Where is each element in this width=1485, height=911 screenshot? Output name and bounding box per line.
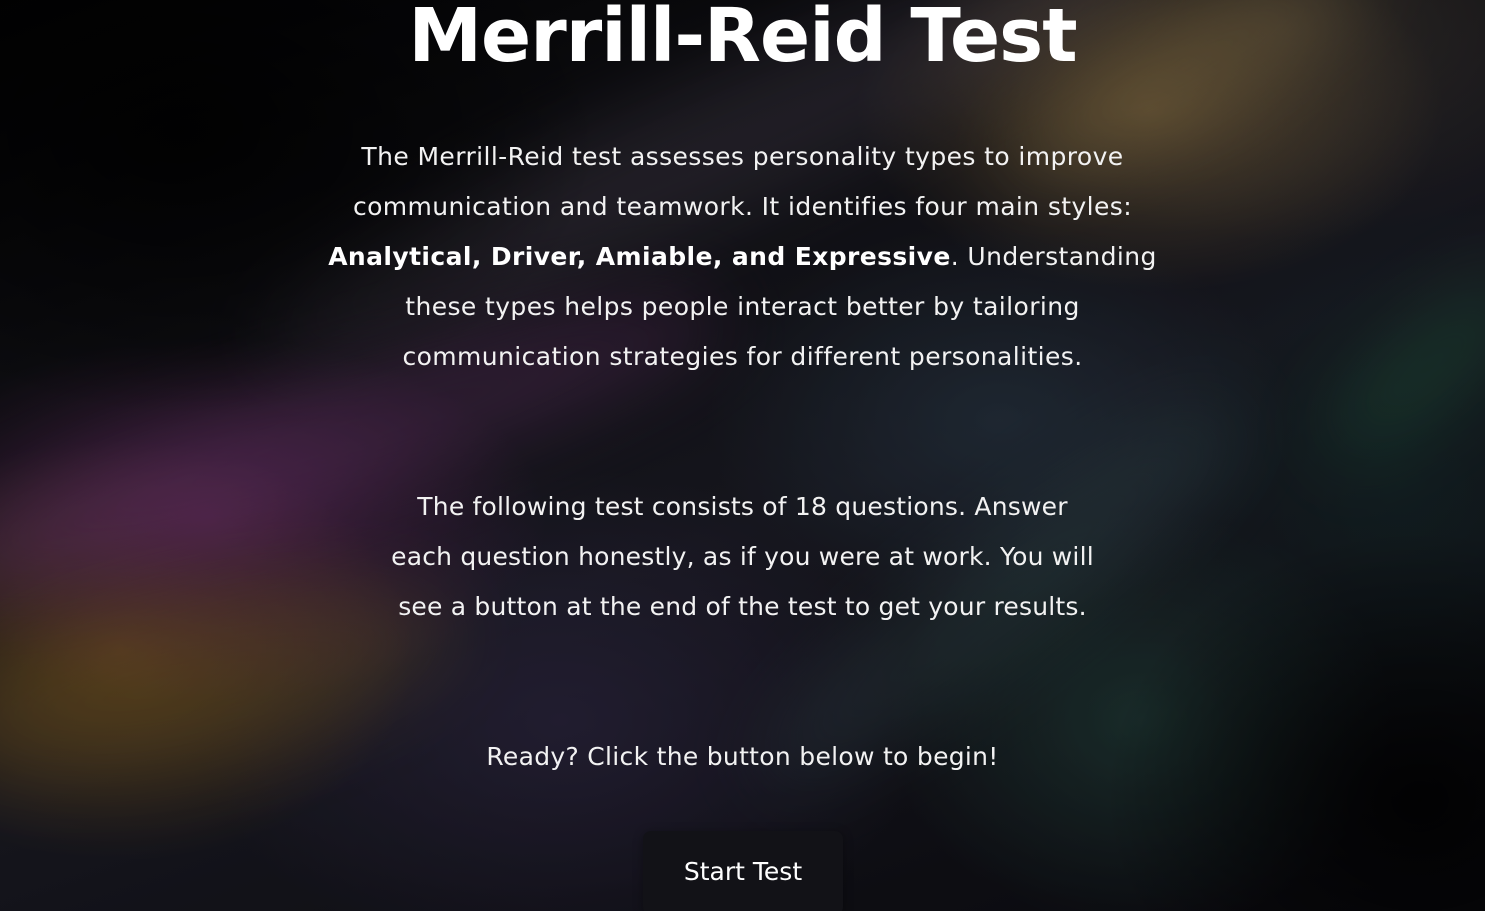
- ready-prompt: Ready? Click the button below to begin!: [486, 742, 999, 771]
- instructions-line: each question honestly, as if you were a…: [391, 542, 1094, 571]
- page-title: Merrill-Reid Test: [408, 0, 1077, 79]
- intro-line-tail: . Understanding: [950, 242, 1157, 271]
- instructions-line: The following test consists of 18 questi…: [417, 492, 1068, 521]
- main-content: Merrill-Reid Test The Merrill-Reid test …: [0, 0, 1485, 911]
- intro-line: communication and teamwork. It identifie…: [352, 192, 1133, 221]
- personality-styles-text: Analytical, Driver, Amiable, and Express…: [328, 242, 951, 271]
- intro-paragraph: The Merrill-Reid test assesses personali…: [0, 132, 1485, 382]
- intro-line: communication strategies for different p…: [402, 342, 1083, 371]
- intro-line: The Merrill-Reid test assesses personali…: [361, 142, 1124, 171]
- start-test-button[interactable]: Start Test: [643, 831, 843, 911]
- intro-line: Analytical, Driver, Amiable, and Express…: [0, 232, 1485, 282]
- instructions-line: see a button at the end of the test to g…: [398, 592, 1087, 621]
- intro-line: these types helps people interact better…: [405, 292, 1080, 321]
- instructions-paragraph: The following test consists of 18 questi…: [0, 482, 1485, 632]
